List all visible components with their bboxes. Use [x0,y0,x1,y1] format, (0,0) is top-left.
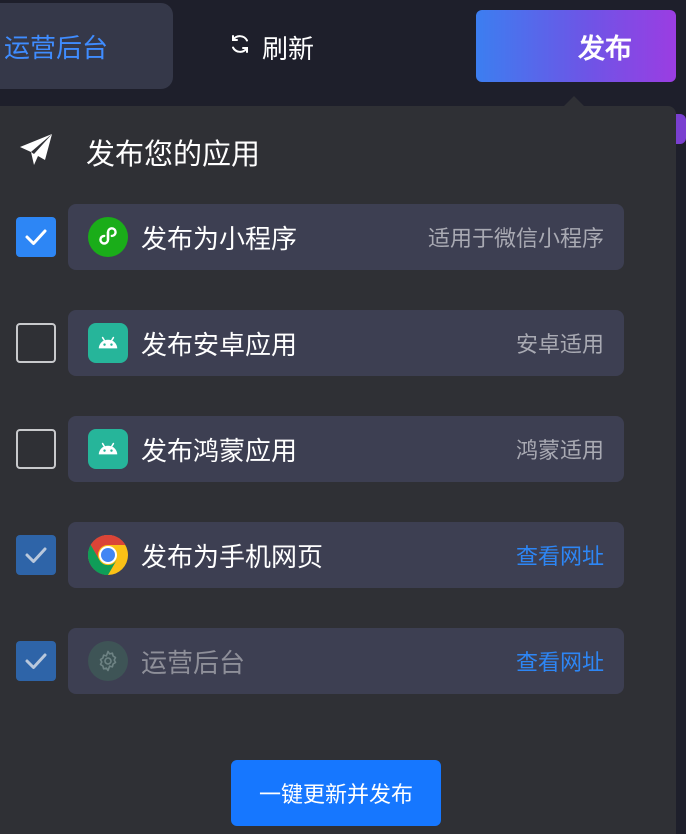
publish-button[interactable]: 发布 [476,10,676,82]
android-icon [88,323,128,363]
publish-panel: 发布您的应用 发布为小程序 适用于微信小程序 发布安卓应用 安卓适用 发布鸿蒙应… [0,106,676,834]
update-and-publish-button[interactable]: 一键更新并发布 [231,760,441,826]
publish-label: 发布 [578,33,632,65]
option-row-admin: 运营后台 查看网址 [16,628,624,694]
option-hint: 适用于微信小程序 [427,227,604,252]
paper-plane-icon [18,132,54,172]
option-card-web[interactable]: 发布为手机网页 查看网址 [68,522,624,588]
option-row-harmony: 发布鸿蒙应用 鸿蒙适用 [16,416,624,482]
option-row-web: 发布为手机网页 查看网址 [16,522,624,588]
gear-icon [88,641,128,681]
android-icon [88,429,128,469]
panel-title: 发布您的应用 [86,137,261,171]
wechat-miniprogram-icon [88,217,128,257]
option-card-android[interactable]: 发布安卓应用 安卓适用 [68,310,624,376]
chrome-icon [88,535,128,575]
option-card-miniprogram[interactable]: 发布为小程序 适用于微信小程序 [68,204,624,270]
checkbox-harmony[interactable] [16,429,56,469]
admin-tab[interactable]: 运营后台 [0,3,173,89]
view-url-link[interactable]: 查看网址 [516,645,604,677]
checkbox-android[interactable] [16,323,56,363]
option-label: 发布鸿蒙应用 [141,436,298,467]
option-card-admin[interactable]: 运营后台 查看网址 [68,628,624,694]
checkbox-admin[interactable] [16,641,56,681]
checkbox-web[interactable] [16,535,56,575]
option-hint: 鸿蒙适用 [515,439,604,464]
checkbox-miniprogram[interactable] [16,217,56,257]
option-card-harmony[interactable]: 发布鸿蒙应用 鸿蒙适用 [68,416,624,482]
option-label: 发布为手机网页 [141,542,324,573]
refresh-icon [228,32,252,63]
option-hint: 安卓适用 [515,333,604,358]
update-and-publish-label: 一键更新并发布 [258,783,413,808]
panel-header: 发布您的应用 [18,130,260,174]
view-url-link[interactable]: 查看网址 [516,539,604,571]
option-row-miniprogram: 发布为小程序 适用于微信小程序 [16,204,624,270]
option-row-android: 发布安卓应用 安卓适用 [16,310,624,376]
top-bar: 运营后台 刷新 发布 [0,0,686,100]
refresh-button[interactable]: 刷新 [228,20,314,74]
admin-tab-label: 运营后台 [4,33,109,64]
checkmark-icon [25,229,47,245]
option-label: 发布安卓应用 [141,330,298,361]
refresh-label: 刷新 [262,34,315,65]
side-accent-strip [676,114,686,144]
checkmark-icon [25,653,47,669]
option-label: 运营后台 [141,648,246,679]
option-label: 发布为小程序 [141,224,298,255]
checkmark-icon [25,547,47,563]
